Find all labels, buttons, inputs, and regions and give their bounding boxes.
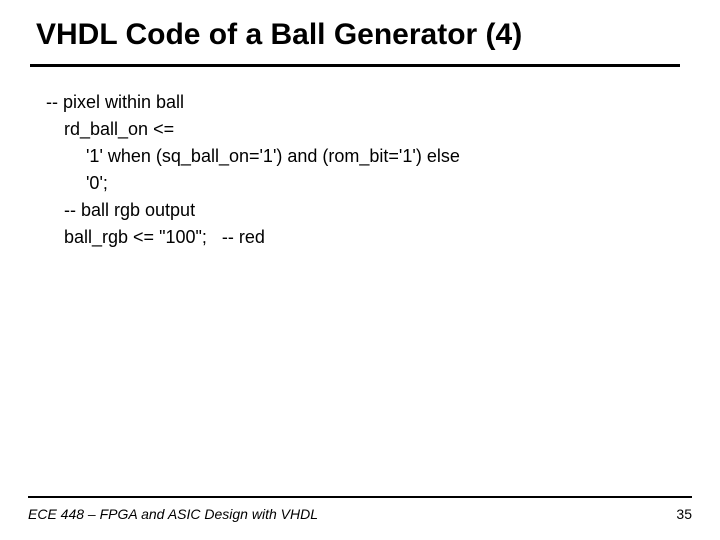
page-number: 35 — [676, 506, 692, 522]
slide-title: VHDL Code of a Ball Generator (4) — [36, 18, 692, 52]
title-underline — [30, 64, 680, 67]
code-line: '1' when (sq_ball_on='1') and (rom_bit='… — [86, 143, 692, 170]
footer-row: ECE 448 – FPGA and ASIC Design with VHDL… — [28, 506, 692, 522]
code-line: '0'; — [86, 170, 692, 197]
code-line: ball_rgb <= "100"; -- red — [64, 224, 692, 251]
code-block: -- pixel within ball rd_ball_on <= '1' w… — [46, 89, 692, 251]
code-line: -- pixel within ball — [46, 89, 692, 116]
code-line: -- ball rgb output — [64, 197, 692, 224]
slide-footer: ECE 448 – FPGA and ASIC Design with VHDL… — [28, 496, 692, 522]
slide-container: VHDL Code of a Ball Generator (4) -- pix… — [0, 0, 720, 540]
footer-text: ECE 448 – FPGA and ASIC Design with VHDL — [28, 506, 318, 522]
footer-divider — [28, 496, 692, 498]
code-line: rd_ball_on <= — [64, 116, 692, 143]
